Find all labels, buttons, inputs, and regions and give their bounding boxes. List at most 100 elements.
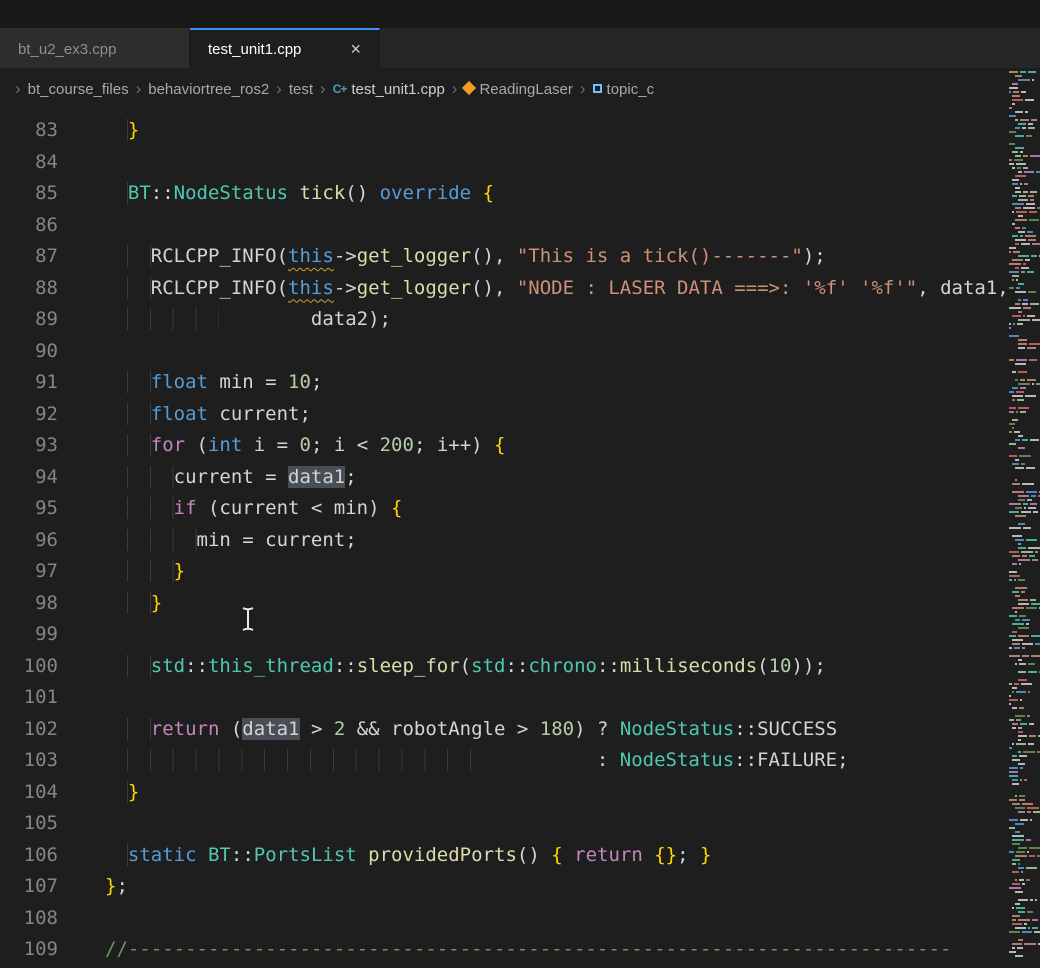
breadcrumb-item-behaviortree-ros2[interactable]: behaviortree_ros2 (148, 81, 269, 98)
title-bar (0, 0, 1040, 28)
minimap[interactable] (1008, 68, 1040, 968)
code-line[interactable]: 92 float current; (0, 399, 1008, 431)
code-text: min = current; (105, 525, 357, 557)
code-text: float min = 10; (105, 367, 322, 399)
chevron-right-icon: › (580, 79, 586, 99)
code-text: current = data1; (105, 462, 357, 494)
code-line[interactable]: 85 BT::NodeStatus tick() override { (0, 178, 1008, 210)
code-line[interactable]: 107}; (0, 871, 1008, 903)
code-line[interactable]: 101 (0, 682, 1008, 714)
code-line[interactable]: 93 for (int i = 0; i < 200; i++) { (0, 430, 1008, 462)
line-number[interactable]: 107 (0, 871, 58, 903)
line-number[interactable]: 109 (0, 934, 58, 966)
tab-test-unit1-cpp[interactable]: test_unit1.cpp × (190, 28, 380, 68)
code-line[interactable]: 98 } (0, 588, 1008, 620)
line-number[interactable]: 108 (0, 903, 58, 935)
chevron-right-icon: › (320, 79, 326, 99)
symbol-class-icon (462, 81, 476, 95)
code-text: return (data1 > 2 && robotAngle > 180) ?… (105, 714, 837, 746)
code-line[interactable]: 86 (0, 210, 1008, 242)
code-line[interactable]: 88 RCLCPP_INFO(this->get_logger(), "NODE… (0, 273, 1008, 305)
close-icon[interactable]: × (334, 40, 361, 58)
vscode-window: bt_u2_ex3.cpp test_unit1.cpp × › bt_cour… (0, 0, 1040, 968)
line-number[interactable]: 91 (0, 367, 58, 399)
code-line[interactable]: 97 } (0, 556, 1008, 588)
code-text: }; (105, 871, 128, 903)
line-number[interactable]: 101 (0, 682, 58, 714)
line-number[interactable]: 94 (0, 462, 58, 494)
code-line[interactable]: 94 current = data1; (0, 462, 1008, 494)
code-text: //--------------------------------------… (105, 934, 951, 966)
chevron-right-icon: › (276, 79, 282, 99)
line-number[interactable]: 98 (0, 588, 58, 620)
editor-tab-bar: bt_u2_ex3.cpp test_unit1.cpp × (0, 28, 1040, 68)
line-number[interactable]: 88 (0, 273, 58, 305)
line-number[interactable]: 86 (0, 210, 58, 242)
breadcrumb: › bt_course_files › behaviortree_ros2 › … (0, 68, 1008, 110)
chevron-right-icon: › (452, 79, 458, 99)
line-number[interactable]: 95 (0, 493, 58, 525)
line-number[interactable]: 92 (0, 399, 58, 431)
code-text: RCLCPP_INFO(this->get_logger(), "NODE : … (105, 273, 1008, 305)
cpp-file-icon: C+ (333, 82, 347, 96)
breadcrumb-item-test[interactable]: test (289, 81, 313, 98)
code-text: } (105, 556, 185, 588)
chevron-right-icon: › (15, 79, 21, 99)
code-lines: 83 }8485 BT::NodeStatus tick() override … (0, 115, 1008, 966)
code-line[interactable]: 89 data2); (0, 304, 1008, 336)
line-number[interactable]: 93 (0, 430, 58, 462)
line-number[interactable]: 84 (0, 147, 58, 179)
code-line[interactable]: 90 (0, 336, 1008, 368)
code-text: std::this_thread::sleep_for(std::chrono:… (105, 651, 826, 683)
code-text: data2); (105, 304, 391, 336)
code-line[interactable]: 109 //-----------------------------------… (0, 934, 1008, 966)
code-text: : NodeStatus::FAILURE; (105, 745, 849, 777)
line-number[interactable]: 102 (0, 714, 58, 746)
line-number[interactable]: 96 (0, 525, 58, 557)
line-number[interactable]: 104 (0, 777, 58, 809)
code-editor[interactable]: 83 }8485 BT::NodeStatus tick() override … (0, 110, 1008, 968)
line-number[interactable]: 103 (0, 745, 58, 777)
tab-label: test_unit1.cpp (208, 41, 301, 58)
code-line[interactable]: 106 static BT::PortsList providedPorts()… (0, 840, 1008, 872)
code-line[interactable]: 95 if (current < min) { (0, 493, 1008, 525)
code-line[interactable]: 105 (0, 808, 1008, 840)
code-text: for (int i = 0; i < 200; i++) { (105, 430, 505, 462)
line-number[interactable]: 85 (0, 178, 58, 210)
code-text: } (105, 115, 139, 147)
code-line[interactable]: 104 } (0, 777, 1008, 809)
line-number[interactable]: 99 (0, 619, 58, 651)
code-text: RCLCPP_INFO(this->get_logger(), "This is… (105, 241, 826, 273)
breadcrumb-item-topic[interactable]: topic_c (607, 81, 655, 98)
code-text: if (current < min) { (105, 493, 402, 525)
code-line[interactable]: 84 (0, 147, 1008, 179)
line-number[interactable]: 89 (0, 304, 58, 336)
line-number[interactable]: 83 (0, 115, 58, 147)
code-text: } (105, 588, 162, 620)
code-text: static BT::PortsList providedPorts() { r… (105, 840, 711, 872)
code-line[interactable]: 96 min = current; (0, 525, 1008, 557)
line-number[interactable]: 100 (0, 651, 58, 683)
breadcrumb-item-bt-course-files[interactable]: bt_course_files (28, 81, 129, 98)
code-text: BT::NodeStatus tick() override { (105, 178, 494, 210)
code-line[interactable]: 103 : NodeStatus::FAILURE; (0, 745, 1008, 777)
code-line[interactable]: 91 float min = 10; (0, 367, 1008, 399)
symbol-field-icon (593, 84, 602, 93)
code-line[interactable]: 83 } (0, 115, 1008, 147)
code-line[interactable]: 108 (0, 903, 1008, 935)
line-number[interactable]: 90 (0, 336, 58, 368)
code-line[interactable]: 87 RCLCPP_INFO(this->get_logger(), "This… (0, 241, 1008, 273)
code-line[interactable]: 102 return (data1 > 2 && robotAngle > 18… (0, 714, 1008, 746)
line-number[interactable]: 87 (0, 241, 58, 273)
breadcrumb-item-readinglaser[interactable]: ReadingLaser (479, 81, 572, 98)
code-text: } (105, 777, 139, 809)
tab-bt-u2-ex3-cpp[interactable]: bt_u2_ex3.cpp (0, 28, 190, 68)
chevron-right-icon: › (136, 79, 142, 99)
code-line[interactable]: 100 std::this_thread::sleep_for(std::chr… (0, 651, 1008, 683)
line-number[interactable]: 105 (0, 808, 58, 840)
line-number[interactable]: 106 (0, 840, 58, 872)
code-text: float current; (105, 399, 311, 431)
breadcrumb-item-test-unit1-cpp[interactable]: test_unit1.cpp (351, 81, 444, 98)
code-line[interactable]: 99 (0, 619, 1008, 651)
line-number[interactable]: 97 (0, 556, 58, 588)
